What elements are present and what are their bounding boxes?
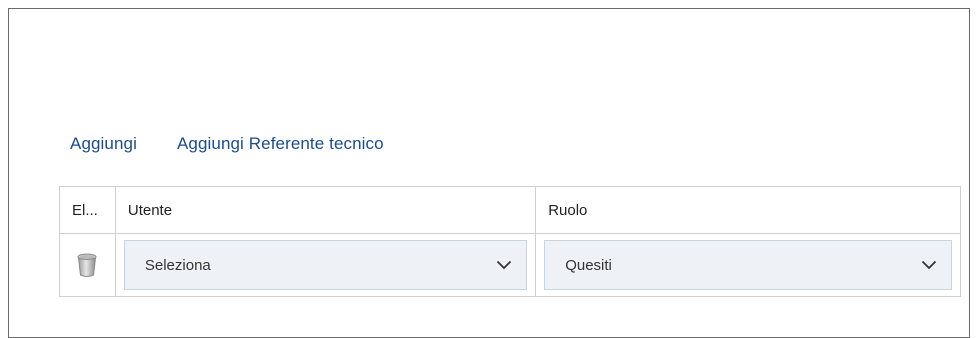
column-header-delete[interactable]: El... <box>59 186 116 234</box>
role-select[interactable]: Quesiti <box>544 240 952 290</box>
user-select-value: Seleziona <box>144 256 211 274</box>
trash-icon[interactable] <box>77 252 97 278</box>
action-bar: Aggiungi Aggiungi Referente tecnico <box>70 134 384 154</box>
add-link[interactable]: Aggiungi <box>70 134 137 154</box>
table-header-row: El... Utente Ruolo <box>59 186 961 234</box>
table-row: Seleziona Quesiti <box>59 233 961 297</box>
column-header-role[interactable]: Ruolo <box>535 186 961 234</box>
delete-cell <box>59 233 116 297</box>
column-header-user[interactable]: Utente <box>114 186 537 234</box>
chevron-down-icon <box>496 257 512 274</box>
role-cell: Quesiti <box>535 233 961 297</box>
role-select-value: Quesiti <box>565 256 612 274</box>
user-cell: Seleziona <box>114 233 537 297</box>
contacts-table: El... Utente Ruolo Seleziona Quesiti <box>59 186 961 297</box>
add-tech-contact-link[interactable]: Aggiungi Referente tecnico <box>177 134 384 154</box>
user-select[interactable]: Seleziona <box>123 240 528 290</box>
chevron-down-icon <box>921 257 937 274</box>
